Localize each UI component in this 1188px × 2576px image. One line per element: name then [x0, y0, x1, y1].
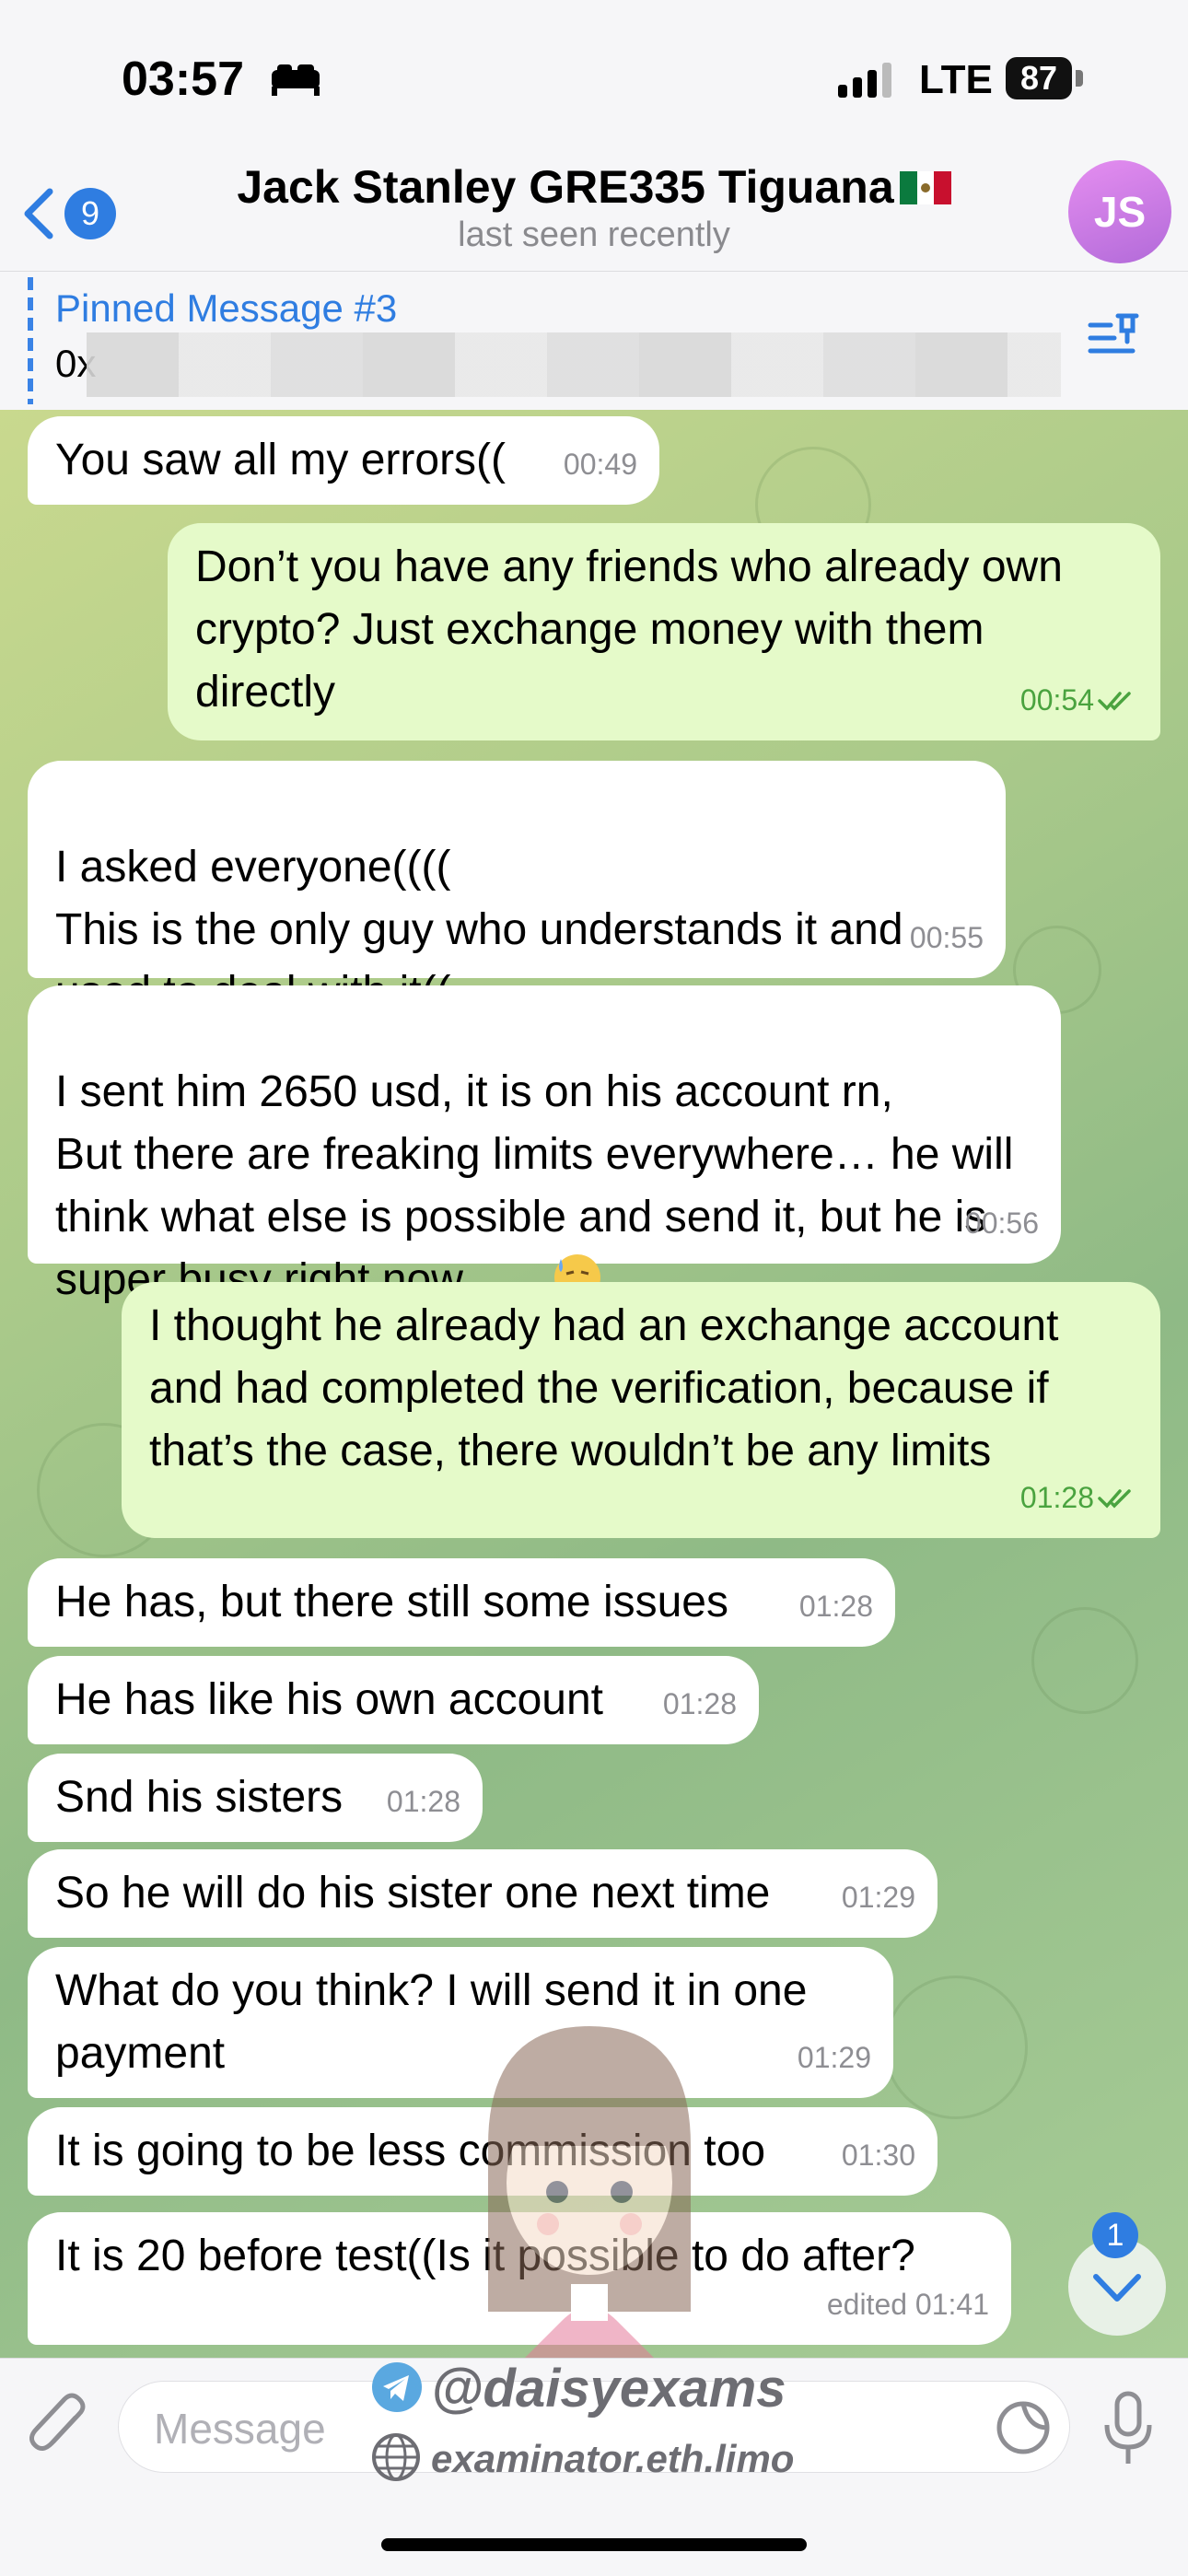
message-time: edited 01:41: [826, 2288, 989, 2321]
message-bubble-incoming[interactable]: Snd his sisters 01:28: [28, 1754, 483, 1842]
message-bubble-incoming[interactable]: I sent him 2650 usd, it is on his accoun…: [28, 985, 1061, 1304]
redacted-block: [87, 332, 1061, 397]
status-bar: 03:57 LTE 87: [0, 0, 1188, 157]
message-time: 01:28: [662, 1687, 737, 1720]
message-bubble-incoming[interactable]: I asked everyone(((( This is the only gu…: [28, 761, 1006, 1017]
sticker-icon[interactable]: [994, 2398, 1053, 2457]
avatar[interactable]: JS: [1068, 160, 1171, 263]
message-text: I thought he already had an exchange acc…: [149, 1301, 1059, 1475]
message-text: What do you think? I will send it in one…: [55, 1966, 808, 2078]
pinned-list-icon[interactable]: [1087, 309, 1146, 364]
message-bubble-incoming[interactable]: He has, but there still some issues 01:2…: [28, 1558, 895, 1647]
signal-icon: [838, 63, 891, 98]
message-time: 00:54: [1019, 683, 1094, 717]
home-indicator: [381, 2538, 807, 2551]
pin-indicator: [28, 277, 33, 404]
message-time: 01:29: [797, 2041, 871, 2074]
message-time: 01:30: [841, 2139, 915, 2172]
telegram-icon: [372, 2362, 422, 2412]
message-time: 00:49: [563, 448, 637, 481]
message-bubble-incoming[interactable]: What do you think? I will send it in one…: [28, 1947, 893, 2098]
message-text: So he will do his sister one next time: [55, 1869, 771, 1917]
double-check-icon: [1098, 692, 1131, 711]
message-text: Snd his sisters: [55, 1773, 344, 1822]
watermark-site-text: examinator.eth.limo: [431, 2437, 795, 2480]
status-time: 03:57: [122, 52, 244, 106]
message-time: 00:56: [964, 1206, 1039, 1240]
message-bubble-outgoing[interactable]: I thought he already had an exchange acc…: [122, 1282, 1160, 1538]
chevron-down-icon: [1093, 2274, 1141, 2302]
unread-count-badge: 9: [64, 188, 116, 239]
message-text: Don’t you have any friends who already o…: [195, 542, 1063, 717]
message-placeholder: Message: [154, 2405, 326, 2453]
chat-title: Jack Stanley GRE335 Tiguana: [237, 161, 894, 213]
chat-subtitle: last seen recently: [458, 216, 730, 254]
message-text: He has, but there still some issues: [55, 1578, 728, 1626]
message-time: 01:28: [798, 1590, 873, 1623]
message-meta: 00:54: [1020, 669, 1138, 731]
battery-level: 87: [1006, 57, 1072, 99]
pinned-message-bar[interactable]: Pinned Message #3 0x: [0, 271, 1188, 411]
mexico-flag-icon: [899, 171, 951, 204]
message-meta: 01:28: [1020, 1466, 1138, 1529]
message-bubble-incoming[interactable]: You saw all my errors(( 00:49: [28, 416, 659, 505]
message-time: 01:28: [386, 1785, 460, 1818]
message-time: 01:29: [841, 1881, 915, 1914]
message-text: He has like his own account: [55, 1675, 603, 1724]
watermark-site: examinator.eth.limo: [370, 2431, 794, 2483]
pinned-title: Pinned Message #3: [55, 286, 398, 330]
chevron-left-icon: [24, 188, 53, 239]
message-text: You saw all my errors((: [55, 436, 507, 484]
unread-mentions-badge: 1: [1092, 2212, 1138, 2258]
microphone-icon[interactable]: [1101, 2390, 1155, 2467]
watermark-handle: @daisyexams: [370, 2358, 786, 2419]
message-bubble-incoming[interactable]: It is going to be less commission too 01…: [28, 2107, 938, 2196]
chat-header: 9 Jack Stanley GRE335 Tiguana last seen …: [0, 157, 1188, 271]
message-text: It is going to be less commission too: [55, 2127, 766, 2175]
message-bubble-outgoing[interactable]: Don’t you have any friends who already o…: [168, 523, 1160, 740]
message-time: 01:28: [1019, 1481, 1094, 1514]
message-text: It is 20 before test((Is it possible to …: [55, 2232, 915, 2280]
message-bubble-incoming[interactable]: It is 20 before test((Is it possible to …: [28, 2212, 1011, 2345]
paperclip-icon[interactable]: [26, 2390, 90, 2464]
chat-title-wrap[interactable]: Jack Stanley GRE335 Tiguana: [138, 160, 1050, 214]
message-bubble-incoming[interactable]: He has like his own account 01:28: [28, 1656, 759, 1744]
message-bubble-incoming[interactable]: So he will do his sister one next time 0…: [28, 1849, 938, 1938]
globe-icon: [372, 2433, 420, 2481]
battery-icon: 87: [1006, 57, 1087, 101]
watermark-handle-text: @daisyexams: [431, 2359, 786, 2419]
message-time: 00:55: [909, 921, 984, 954]
bed-icon: [272, 64, 320, 96]
double-check-icon: [1098, 1489, 1131, 1509]
network-type: LTE: [919, 57, 993, 102]
back-button[interactable]: 9: [20, 182, 122, 247]
